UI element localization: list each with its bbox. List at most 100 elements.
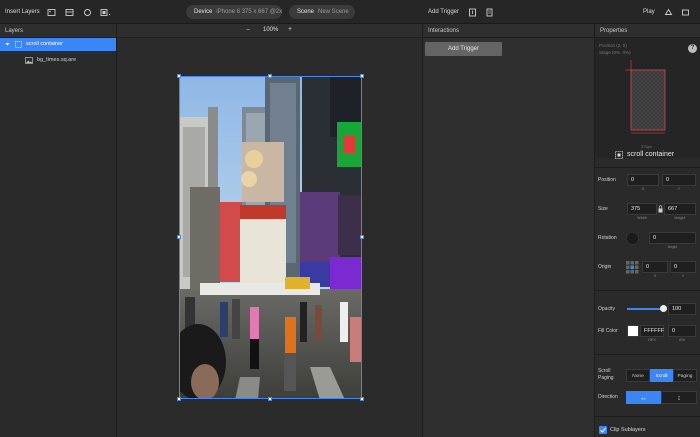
zoom-out-button[interactable]: −	[246, 27, 250, 34]
play-button[interactable]: Play	[643, 9, 655, 15]
layer-item-scroll-container[interactable]: scroll container	[0, 38, 116, 51]
lock-aspect-icon[interactable]	[658, 205, 663, 215]
image-icon[interactable]	[47, 8, 56, 17]
toolbar-add-trigger[interactable]: Add Trigger	[428, 9, 459, 15]
width-sublabel: Width	[637, 216, 647, 220]
selected-layer-name: scroll container	[627, 151, 675, 158]
opacity-input[interactable]: 100	[668, 303, 696, 315]
screen-dropdown-icon[interactable]	[100, 8, 112, 17]
opacity-slider-knob[interactable]	[659, 305, 667, 312]
divider	[595, 354, 700, 355]
scroll-label-line2: Paging	[598, 375, 614, 381]
scroll-label-line1: Scroll	[598, 368, 611, 374]
position-x-input[interactable]: 0	[627, 174, 659, 186]
settings-icon[interactable]	[664, 8, 673, 17]
device-value: iPhone 6 375 x 667 @2x	[216, 9, 283, 15]
layers-panel: Layers scroll container bg_times.sq.are	[0, 24, 117, 437]
rotation-sublabel: Angle	[667, 245, 678, 249]
position-y-input[interactable]: 0	[662, 174, 696, 186]
resize-handle[interactable]	[177, 235, 181, 239]
scroll-option-paging[interactable]: Paging	[673, 369, 697, 382]
position-label: Position	[598, 177, 616, 183]
origin-x-input[interactable]: 0	[642, 261, 668, 273]
resize-handle[interactable]	[360, 74, 364, 78]
insert-layers-button[interactable]: Insert Layers	[5, 9, 40, 15]
share-icon[interactable]	[681, 8, 690, 17]
direction-vertical-button[interactable]: ↕	[661, 391, 697, 404]
document-icon[interactable]	[485, 8, 494, 17]
preview-width: 375px	[641, 144, 652, 149]
help-icon[interactable]: ?	[688, 44, 697, 53]
height-sublabel: Height	[674, 216, 686, 220]
zoom-in-button[interactable]: +	[288, 26, 292, 33]
fill-color-swatch[interactable]	[627, 325, 639, 337]
size-label: Size	[598, 206, 608, 212]
scroll-layer-icon	[15, 41, 22, 54]
origin-y-input[interactable]: 0	[670, 261, 696, 273]
properties-header: Properties	[595, 24, 700, 38]
origin-grid-icon[interactable]	[626, 261, 639, 276]
device-key: Device	[194, 9, 213, 15]
layers-header: Layers	[0, 24, 116, 38]
component-icon[interactable]	[83, 8, 92, 17]
preview-thumbnail	[625, 60, 666, 134]
fill-hex-sublabel: HEX	[648, 338, 656, 342]
divider	[595, 416, 700, 417]
resize-handle[interactable]	[360, 235, 364, 239]
scene-value: New Scene	[318, 9, 349, 15]
opacity-slider-fill	[627, 308, 663, 310]
resize-handle[interactable]	[177, 74, 181, 78]
resize-handle[interactable]	[268, 397, 272, 401]
preview-stage: Stage (0%, 0%)	[599, 50, 631, 55]
times-square-photo	[180, 77, 361, 398]
rotation-dial[interactable]	[626, 232, 639, 247]
opacity-label: Opacity	[598, 306, 615, 312]
opacity-slider-track[interactable]	[627, 308, 663, 310]
fill-alpha-sublabel: A%	[679, 338, 685, 342]
add-trigger-button[interactable]: Add Trigger	[425, 42, 502, 56]
direction-horizontal-button[interactable]: ↔	[626, 391, 661, 404]
rotation-label: Rotation	[598, 235, 617, 241]
scroll-option-none[interactable]: None	[626, 369, 650, 382]
divider	[595, 167, 700, 168]
top-toolbar: Insert Layers Device iPhone 6 375 x 667 @…	[0, 0, 700, 24]
position-x-sublabel: X	[641, 187, 645, 191]
fill-alpha-input[interactable]: 0	[668, 325, 696, 337]
image-layer-icon	[25, 57, 33, 70]
rotation-input[interactable]: 0	[649, 232, 696, 244]
layer-type-icon	[615, 151, 623, 161]
canvas-area[interactable]: − 100% +	[117, 24, 422, 437]
resize-handle[interactable]	[360, 397, 364, 401]
origin-y-sublabel: Y	[681, 274, 685, 278]
origin-x-sublabel: X	[653, 274, 657, 278]
scene-selector[interactable]: Scene New Scene	[289, 5, 355, 19]
layer-item-bg-image[interactable]: bg_times.sq.are	[0, 54, 116, 67]
scroll-option-scroll[interactable]: Scroll	[650, 369, 673, 382]
layer-label: bg_times.sq.are	[37, 57, 77, 63]
direction-label: Direction	[598, 394, 618, 400]
device-selector[interactable]: Device iPhone 6 375 x 667 @2x	[186, 5, 282, 19]
zoom-bar: − 100% +	[117, 24, 422, 38]
scene-key: Scene	[297, 9, 315, 15]
height-input[interactable]: 667	[664, 203, 696, 215]
clip-sublayers-checkbox[interactable]	[599, 426, 607, 434]
resize-handle[interactable]	[177, 397, 181, 401]
fill-hex-input[interactable]: FFFFFF	[640, 325, 664, 337]
layout-icon[interactable]	[65, 8, 74, 17]
interactions-header: Interactions	[423, 24, 594, 38]
clip-sublayers-label: Clip Sublayers	[610, 427, 646, 433]
layer-label: scroll container	[26, 41, 63, 47]
preview-position: Position (2, 0)	[599, 43, 627, 48]
origin-label: Origin	[598, 264, 612, 270]
properties-panel: Properties Position (2, 0) Stage (0%, 0%…	[594, 24, 700, 437]
fill-color-label: Fill Color	[598, 328, 618, 334]
scroll-paging-label: Scroll Paging	[598, 368, 614, 382]
resize-handle[interactable]	[268, 74, 272, 78]
divider	[595, 290, 700, 291]
export-icon[interactable]	[468, 8, 477, 17]
width-input[interactable]: 375	[627, 203, 657, 215]
device-frame[interactable]	[179, 76, 362, 399]
layer-preview: Position (2, 0) Stage (0%, 0%) ? 375px	[595, 38, 700, 158]
zoom-level[interactable]: 100%	[263, 27, 278, 33]
position-y-sublabel: Y	[677, 187, 681, 191]
